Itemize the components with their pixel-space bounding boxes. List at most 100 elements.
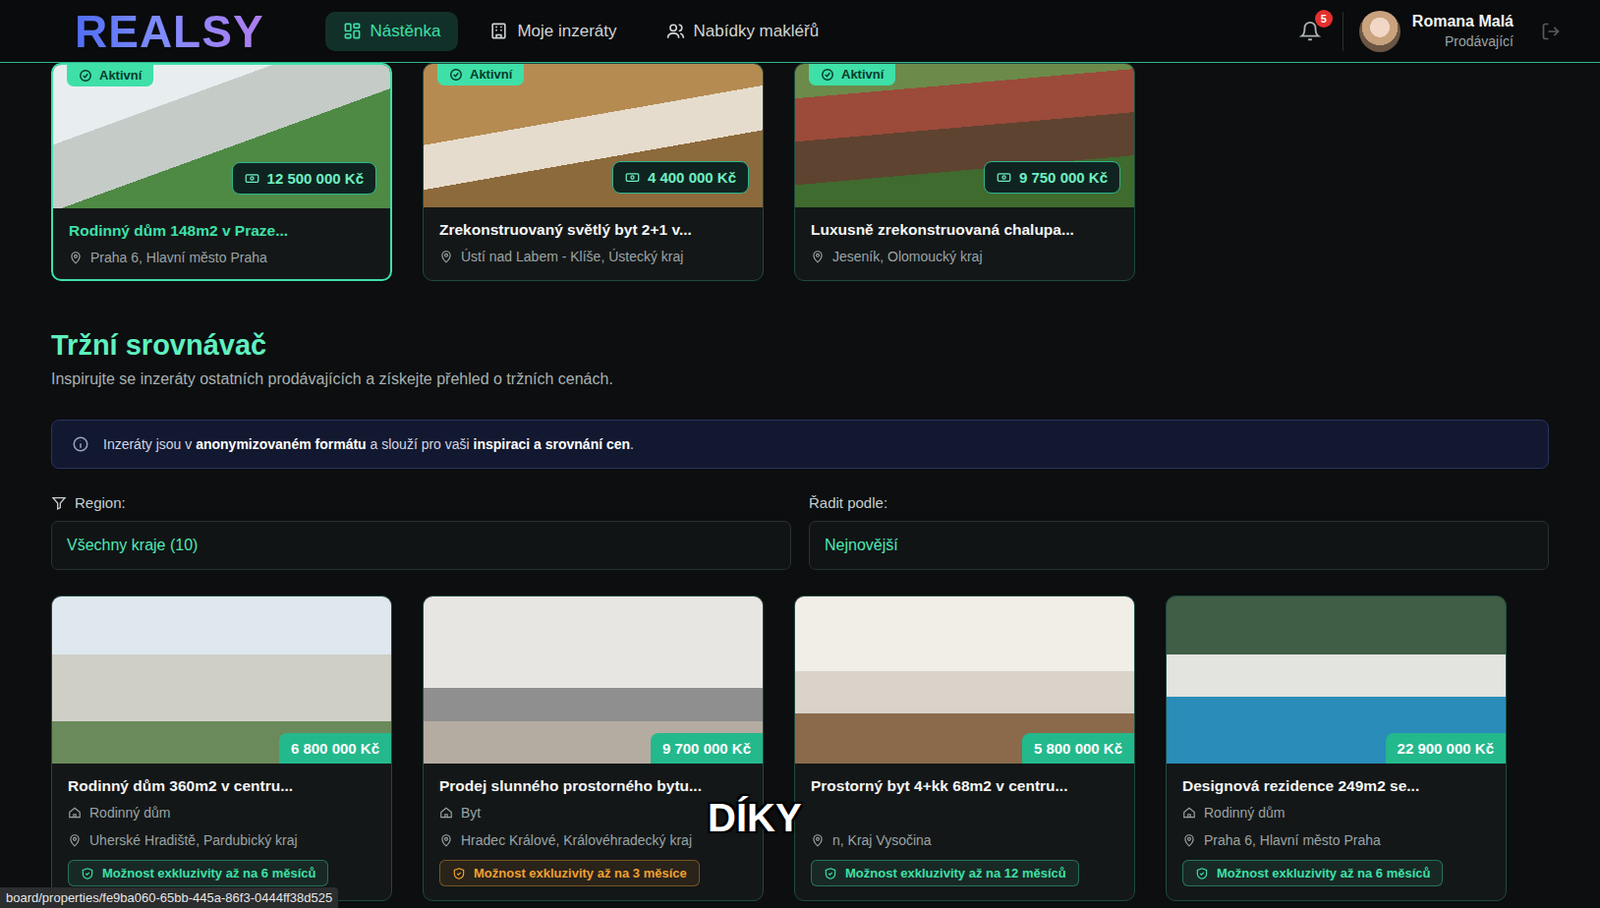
price-badge: 12 500 000 Kč xyxy=(231,162,377,195)
filters: Region: Všechny kraje (10) Řadit podle: Nej… xyxy=(51,494,1549,571)
listing-location: n, Kraj Vysočina xyxy=(810,830,1119,851)
shield-icon xyxy=(452,866,466,881)
user-menu[interactable]: Romana Malá Prodávající xyxy=(1359,10,1514,53)
listing-location: Praha 6, Hlavní město Praha xyxy=(1182,830,1490,851)
house-icon xyxy=(67,805,82,820)
listing-title: Prodej slunného prostorného bytu... xyxy=(439,777,747,796)
cash-icon xyxy=(625,170,640,185)
status-badge: Aktivní xyxy=(437,63,524,86)
cash-icon xyxy=(996,170,1012,185)
market-card[interactable]: 22 900 000 Kč Designová rezidence 249m2 s… xyxy=(1165,595,1507,902)
listing-photo: 6 800 000 Kč xyxy=(52,596,392,764)
listing-photo: 9 700 000 Kč xyxy=(423,596,763,764)
nav-item[interactable]: Nástěnka xyxy=(325,11,459,52)
filter-group: Řadit podle: Nejnovější xyxy=(808,494,1549,571)
nav: Nástěnka Moje inzeráty Nabídky makléřů xyxy=(325,11,838,52)
cash-icon xyxy=(244,171,260,186)
pin-icon xyxy=(67,833,82,848)
select[interactable]: Všechny kraje (10) xyxy=(51,520,792,571)
shield-icon xyxy=(1195,866,1209,881)
listing-title: Rodinný dům 360m2 v centru... xyxy=(67,777,376,796)
listing-title: Prostorný byt 4+kk 68m2 v centru... xyxy=(810,777,1119,796)
status-url: board/properties/fe9ba060-65bb-445a-86f3… xyxy=(0,887,339,908)
listing-location: Uherské Hradiště, Pardubický kraj xyxy=(67,830,376,851)
nav-item[interactable]: Nabídky makléřů xyxy=(648,11,838,52)
pin-icon xyxy=(810,249,825,264)
pin-icon xyxy=(810,833,825,848)
listing-location: Praha 6, Hlavní město Praha xyxy=(68,247,375,268)
my-listings: Aktivní 12 500 000 Kč Rodinný dům 148m2 v … xyxy=(51,62,1549,282)
check-icon xyxy=(449,67,463,82)
logout-icon[interactable] xyxy=(1541,21,1561,42)
info-icon xyxy=(71,435,90,454)
notifications[interactable]: 5 xyxy=(1299,20,1321,43)
building-icon xyxy=(489,21,509,41)
listing-type: Rodinný dům xyxy=(67,802,376,823)
listing-card[interactable]: Aktivní 9 750 000 Kč Luxusně zrekonstruova… xyxy=(794,62,1136,282)
listing-photo: 5 800 000 Kč xyxy=(795,596,1135,764)
shield-icon xyxy=(823,866,838,881)
listing-photo: 22 900 000 Kč xyxy=(1166,596,1506,764)
price-badge: 6 800 000 Kč xyxy=(279,733,392,764)
funnel-icon xyxy=(51,495,67,512)
type-spacer xyxy=(810,802,1119,823)
listing-photo: Aktivní 4 400 000 Kč xyxy=(423,63,763,208)
user-name: Romana Malá xyxy=(1412,12,1514,31)
market-card[interactable]: 9 700 000 Kč Prodej slunného prostorného … xyxy=(422,595,764,902)
listing-location: Hradec Králové, Královéhradecký kraj xyxy=(439,830,747,851)
logo[interactable]: REALSY xyxy=(74,4,265,58)
listing-title: Designová rezidence 249m2 se... xyxy=(1182,777,1490,796)
market-listings: 6 800 000 Kč Rodinný dům 360m2 v centru..… xyxy=(51,595,1549,902)
header: REALSY Nástěnka Moje inzeráty Nabídky maklé… xyxy=(0,0,1600,63)
listing-location: Jeseník, Olomoucký kraj xyxy=(810,246,1119,267)
listing-type: Byt xyxy=(439,802,747,823)
select[interactable]: Nejnovější xyxy=(808,520,1549,571)
listing-photo: Aktivní 9 750 000 Kč xyxy=(795,63,1135,208)
pin-icon xyxy=(439,249,454,264)
house-icon xyxy=(1182,805,1197,820)
price-badge: 4 400 000 Kč xyxy=(612,161,749,194)
listing-card[interactable]: Aktivní 12 500 000 Kč Rodinný dům 148m2 v … xyxy=(51,62,393,282)
listing-title: Rodinný dům 148m2 v Praze... xyxy=(68,222,375,240)
app: REALSY Nástěnka Moje inzeráty Nabídky maklé… xyxy=(0,0,1600,908)
status-badge: Aktivní xyxy=(808,63,896,86)
listing-title: Zrekonstruovaný světlý byt 2+1 v... xyxy=(439,221,747,239)
user-role: Prodávající xyxy=(1412,33,1514,50)
section-subtitle: Inspirujte se inzeráty ostatních prodáva… xyxy=(51,368,1549,391)
filter-label: Region: xyxy=(51,494,792,512)
price-badge: 22 900 000 Kč xyxy=(1385,733,1506,764)
house-icon xyxy=(439,805,454,820)
nav-item[interactable]: Moje inzeráty xyxy=(471,11,634,52)
exclusivity-badge: Možnost exkluzivity až na 6 měsíců xyxy=(67,859,329,887)
status-badge: Aktivní xyxy=(66,64,154,87)
price-badge: 9 700 000 Kč xyxy=(650,733,763,764)
exclusivity-badge: Možnost exkluzivity až na 3 měsíce xyxy=(439,859,700,887)
dashboard-icon xyxy=(342,21,362,41)
exclusivity-badge: Možnost exkluzivity až na 12 měsíců xyxy=(810,859,1080,887)
section-title: Tržní srovnávač xyxy=(51,328,1549,363)
notification-badge: 5 xyxy=(1314,9,1333,28)
filter-group: Region: Všechny kraje (10) xyxy=(51,494,792,571)
market-card[interactable]: 6 800 000 Kč Rodinný dům 360m2 v centru..… xyxy=(51,595,393,902)
filter-label: Řadit podle: xyxy=(808,494,1549,512)
pin-icon xyxy=(439,833,454,848)
check-icon xyxy=(820,67,835,82)
exclusivity-badge: Možnost exkluzivity až na 6 měsíců xyxy=(1182,859,1443,887)
price-badge: 5 800 000 Kč xyxy=(1022,733,1135,764)
listing-photo: Aktivní 12 500 000 Kč xyxy=(53,64,391,209)
listing-type: Rodinný dům xyxy=(1182,802,1490,823)
listing-location: Ústí nad Labem - Klíše, Ústecký kraj xyxy=(439,246,747,267)
users-icon xyxy=(666,21,686,41)
listing-title: Luxusně zrekonstruovaná chalupa... xyxy=(810,221,1119,239)
pin-icon xyxy=(1182,833,1197,848)
shield-icon xyxy=(80,866,95,881)
info-banner: Inzeráty jsou v anonymizovaném formátu a… xyxy=(51,419,1549,469)
listing-card[interactable]: Aktivní 4 400 000 Kč Zrekonstruovaný světl… xyxy=(422,62,764,282)
avatar xyxy=(1359,10,1401,53)
price-badge: 9 750 000 Kč xyxy=(983,161,1121,194)
video-caption: DÍKY xyxy=(707,798,802,838)
check-icon xyxy=(78,68,93,83)
page: Aktivní 12 500 000 Kč Rodinný dům 148m2 v … xyxy=(0,62,1600,902)
pin-icon xyxy=(68,250,83,265)
market-card[interactable]: 5 800 000 Kč Prostorný byt 4+kk 68m2 v ce… xyxy=(794,595,1136,902)
